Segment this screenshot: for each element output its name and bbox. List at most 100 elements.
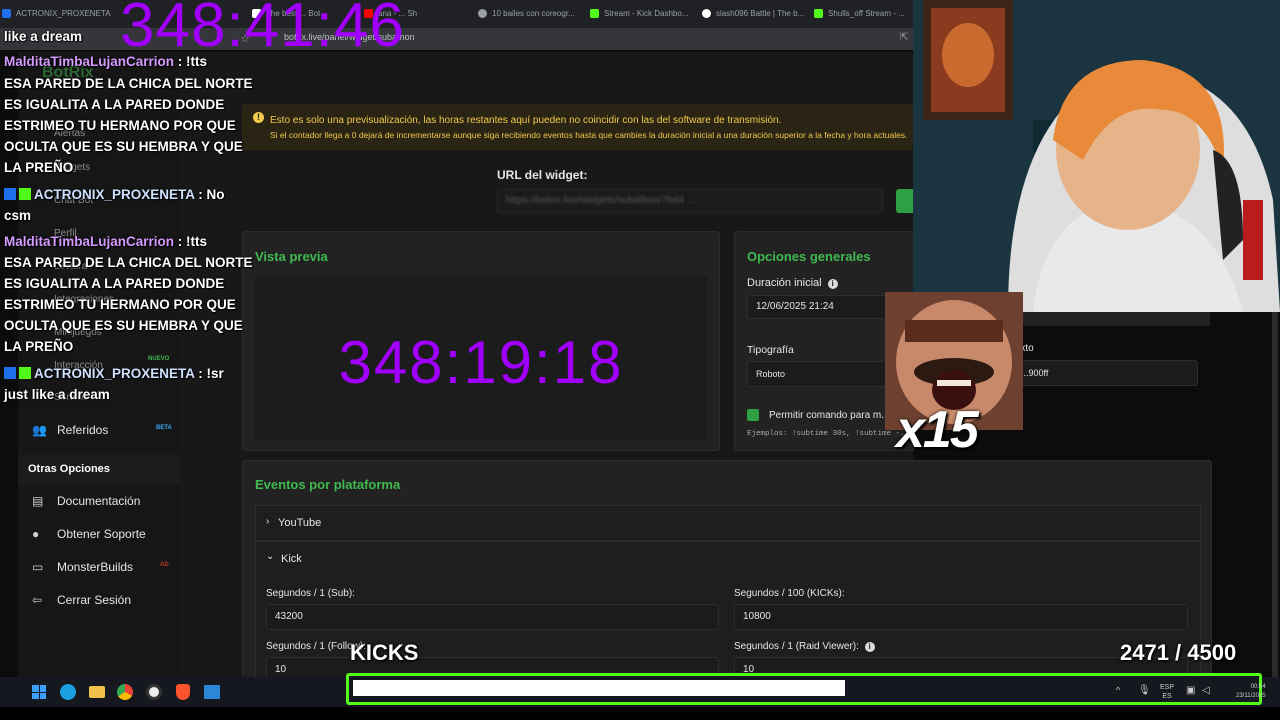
brave-icon[interactable] xyxy=(176,684,190,700)
nuevo-badge: NUEVO xyxy=(148,356,170,362)
network-icon[interactable]: ▣ xyxy=(1186,685,1195,696)
chat-line: MalditaTimbaLujanCarrion : !tts xyxy=(4,231,207,252)
sidebar-item-cerrar-sesion[interactable]: ⇦ Cerrar Sesión xyxy=(30,588,180,612)
sidebar-item-documentacion[interactable]: ▤ Documentación xyxy=(30,489,180,513)
warning-notice: ! Esto es solo una previsualización, las… xyxy=(242,104,913,150)
document-icon: ▤ xyxy=(32,494,44,508)
webcam-feed xyxy=(913,0,1280,312)
raid-seconds-label: Segundos / 1 (Raid Viewer): i xyxy=(734,641,875,652)
text-color-input[interactable]: ...900ff xyxy=(1012,360,1198,386)
kicks-seconds-input[interactable]: 10800 xyxy=(734,604,1188,630)
chat-line: OCULTA QUE ES SU HEMBRA Y QUE xyxy=(4,315,243,336)
sidebar-item-label: Cerrar Sesión xyxy=(57,593,132,607)
chat-line: ES IGUALITA A LA PARED DONDE xyxy=(4,273,224,294)
clock-time: 00:04 xyxy=(1250,684,1266,690)
taskbar: ^ 🎙 ESP ES ▣ ◁ 00:04 23/11/2025 xyxy=(0,673,1280,707)
chat-line: ESA PARED DE LA CHICA DEL NORTE xyxy=(4,252,253,273)
sub-seconds-input[interactable]: 43200 xyxy=(266,604,719,630)
preview-timer: 348:19:18 xyxy=(338,329,624,396)
region-code: ES xyxy=(1162,693,1172,700)
badge-icon xyxy=(19,188,31,200)
file-explorer-icon[interactable] xyxy=(89,686,105,698)
badge-icon xyxy=(4,367,16,379)
chat-line: LA PREÑO xyxy=(4,336,73,357)
browser-tab[interactable]: Stream - Kick Dashbo... xyxy=(588,4,698,24)
widget-url-label: URL del widget: xyxy=(497,168,588,182)
youtube-accordion-label: YouTube xyxy=(278,517,322,529)
kicks-seconds-label: Segundos / 100 (KICKs): xyxy=(734,588,845,599)
obs-icon[interactable] xyxy=(146,684,162,700)
examples-text: Ejemplos: !subtime 30s, !subtime -... xyxy=(747,430,914,438)
preview-title: Vista previa xyxy=(255,249,328,264)
chat-username[interactable]: MalditaTimbaLujanCarrion xyxy=(4,54,174,69)
tab-favicon-icon xyxy=(2,9,11,18)
scrollbar[interactable] xyxy=(1272,312,1278,677)
chevron-up-icon[interactable]: ^ xyxy=(1116,685,1120,695)
chat-username[interactable]: ACTRONIX_PROXENETA xyxy=(34,366,195,381)
chat-message: LA PREÑO xyxy=(4,339,74,354)
chat-message: OCULTA QUE ES SU HEMBRA Y QUE xyxy=(4,318,243,333)
youtube-accordion[interactable]: › YouTube xyxy=(255,505,1201,541)
chat-message: No xyxy=(206,187,225,202)
chat-line: like a dream xyxy=(4,26,82,47)
browser-tab[interactable]: Shulls_off Stream - ... xyxy=(812,4,912,24)
sidebar-item-soporte[interactable]: ● Obtener Soporte xyxy=(30,522,180,546)
options-title: Opciones generales xyxy=(747,249,871,264)
chat-separator: : xyxy=(174,234,187,249)
allow-command-label: Permitir comando para m... xyxy=(769,410,890,421)
info-icon[interactable]: i xyxy=(827,279,838,289)
kicks-goal-bar xyxy=(346,673,1262,705)
kicks-goal-label: KICKS xyxy=(350,640,419,665)
users-icon: 👥 xyxy=(32,423,47,437)
microphone-icon[interactable]: 🎙 xyxy=(1138,685,1151,696)
chat-message: ESTRIMEO TU HERMANO POR QUE xyxy=(4,118,236,133)
preview-canvas: 348:19:18 xyxy=(255,276,707,440)
app-icon[interactable] xyxy=(204,685,220,699)
chat-message: OCULTA QUE ES SU HEMBRA Y QUE xyxy=(4,139,243,154)
tab-title: Stream - Kick Dashbo... xyxy=(604,9,689,18)
sidebar-item-referidos[interactable]: 👥 Referidos BETA xyxy=(30,418,180,442)
chat-message: ESA PARED DE LA CHICA DEL NORTE xyxy=(4,76,253,91)
chat-username[interactable]: ACTRONIX_PROXENETA xyxy=(34,187,195,202)
chrome-icon[interactable] xyxy=(117,684,133,700)
chevron-down-icon: ⌄ xyxy=(266,551,275,562)
language-indicator[interactable]: ESP ES xyxy=(1160,683,1174,701)
monitor-icon: ▭ xyxy=(32,560,44,574)
browser-tab[interactable]: slash096 Battle | The b... xyxy=(700,4,810,24)
clock[interactable]: 00:04 23/11/2025 xyxy=(1236,683,1266,701)
language-code: ESP xyxy=(1160,684,1175,691)
sub-seconds-label: Segundos / 1 (Sub): xyxy=(266,588,355,599)
kick-favicon-icon xyxy=(814,9,823,18)
tab-favicon-icon xyxy=(478,9,487,18)
chat-line: ACTRONIX_PROXENETA : !sr xyxy=(4,363,224,384)
chat-separator: : xyxy=(194,366,207,381)
info-icon[interactable]: i xyxy=(864,642,875,652)
volume-icon[interactable]: ◁ xyxy=(1202,685,1210,696)
widget-url-field[interactable]: https://botrix.live/widgets/subathon/7bd… xyxy=(497,189,883,213)
preview-card: Vista previa 348:19:18 xyxy=(242,231,720,451)
tab-title: Shulls_off Stream - ... xyxy=(828,9,905,18)
section-title: Otras Opciones xyxy=(28,463,110,475)
share-icon[interactable]: ⇱ xyxy=(900,32,908,43)
copy-url-button[interactable] xyxy=(896,189,913,213)
browser-tab[interactable]: 10 bailes con coreogr... xyxy=(476,4,586,24)
chat-line: ESA PARED DE LA CHICA DEL NORTE xyxy=(4,73,253,94)
clock-date: 23/11/2025 xyxy=(1236,693,1266,699)
chat-message: ES IGUALITA A LA PARED DONDE xyxy=(4,276,225,291)
kicks-goal-fill xyxy=(353,680,845,696)
chat-message: !tts xyxy=(186,54,208,69)
windows-start-icon[interactable] xyxy=(32,685,46,699)
chat-line: OCULTA QUE ES SU HEMBRA Y QUE xyxy=(4,136,243,157)
chat-line: LA PREÑO xyxy=(4,157,73,178)
chat-username[interactable]: MalditaTimbaLujanCarrion xyxy=(4,234,174,249)
chevron-right-icon: › xyxy=(266,516,270,527)
sidebar-item-monsterbuilds[interactable]: ▭ MonsterBuilds AD xyxy=(30,555,180,579)
sidebar-item-label: MonsterBuilds xyxy=(57,560,134,574)
allow-command-checkbox[interactable] xyxy=(747,409,759,421)
edge-icon[interactable] xyxy=(60,684,76,700)
chat-message: ESTRIMEO TU HERMANO POR QUE xyxy=(4,297,236,312)
notice-line2: Si el contador llega a 0 dejará de incre… xyxy=(270,130,908,140)
tab-title: 10 bailes con coreogr... xyxy=(492,9,575,18)
badge-icon xyxy=(4,188,16,200)
chat-line: ES IGUALITA A LA PARED DONDE xyxy=(4,94,224,115)
